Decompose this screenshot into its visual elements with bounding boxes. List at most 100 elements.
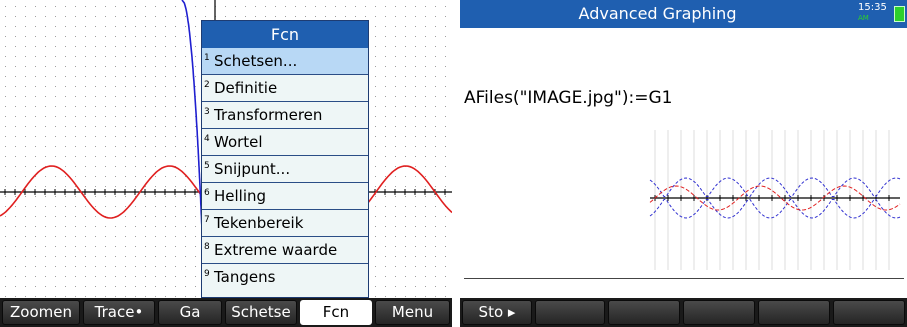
grid-dot (405, 296, 406, 297)
grid-dot (385, 86, 386, 87)
menu-item-wortel[interactable]: 4 Wortel (202, 129, 368, 156)
grid-dot (35, 286, 36, 287)
grid-dot (175, 276, 176, 277)
menu-item-number: 6 (204, 188, 210, 198)
grid-dot (55, 6, 56, 7)
grid-dot (25, 236, 26, 237)
grid-dot (75, 6, 76, 7)
grid-dot (15, 156, 16, 157)
grid-dot (85, 26, 86, 27)
menu-item-tekenbereik[interactable]: 7 Tekenbereik (202, 210, 368, 237)
trace-softkey[interactable]: Trace• (83, 300, 155, 325)
command-history-entry[interactable]: AFiles("IMAGE.jpg"):=G1 (464, 88, 672, 108)
grid-dot (115, 46, 116, 47)
grid-dot (5, 56, 6, 57)
grid-dot (435, 106, 436, 107)
grid-dot (175, 66, 176, 67)
grid-dot (425, 106, 426, 107)
grid-dot (105, 266, 106, 267)
grid-dot (95, 166, 96, 167)
grid-dot (415, 46, 416, 47)
grid-dot (425, 296, 426, 297)
grid-dot (445, 246, 446, 247)
sto-softkey[interactable]: Sto ▸ (462, 300, 532, 325)
grid-dot (145, 206, 146, 207)
goto-softkey[interactable]: Ga (158, 300, 222, 325)
grid-dot (85, 56, 86, 57)
grid-dot (135, 136, 136, 137)
grid-dot (25, 116, 26, 117)
zoom-softkey[interactable]: Zoomen (2, 300, 80, 325)
grid-dot (105, 36, 106, 37)
grid-dot (375, 86, 376, 87)
grid-dot (415, 156, 416, 157)
sketch-softkey[interactable]: Schetse (225, 300, 297, 325)
grid-dot (105, 56, 106, 57)
grid-dot (415, 246, 416, 247)
softkey-5[interactable] (758, 300, 830, 325)
grid-dot (65, 276, 66, 277)
grid-dot (425, 56, 426, 57)
menu-item-transformeren[interactable]: 3 Transformeren (202, 102, 368, 129)
grid-dot (115, 266, 116, 267)
grid-dot (425, 206, 426, 207)
grid-dot (445, 126, 446, 127)
grid-dot (175, 76, 176, 77)
grid-dot (425, 146, 426, 147)
menu-item-definitie[interactable]: 2 Definitie (202, 75, 368, 102)
menu-item-snijpunt[interactable]: 5 Snijpunt... (202, 156, 368, 183)
grid-dot (175, 196, 176, 197)
fcn-softkey[interactable]: Fcn (300, 300, 372, 325)
grid-dot (55, 146, 56, 147)
grid-dot (445, 286, 446, 287)
grid-dot (85, 16, 86, 17)
grid-dot (175, 176, 176, 177)
grid-dot (125, 266, 126, 267)
grid-dot (445, 116, 446, 117)
grid-dot (145, 136, 146, 137)
grid-dot (275, 6, 276, 7)
grid-dot (135, 276, 136, 277)
grid-dot (25, 146, 26, 147)
menu-item-extreme-waarde[interactable]: 8 Extreme waarde (202, 237, 368, 264)
softkey-6[interactable] (833, 300, 905, 325)
grid-dot (65, 16, 66, 17)
grid-dot (75, 256, 76, 257)
softkey-4[interactable] (683, 300, 755, 325)
grid-dot (145, 216, 146, 217)
menu-softkey[interactable]: Menu (375, 300, 450, 325)
grid-dot (415, 76, 416, 77)
grid-dot (395, 36, 396, 37)
softkey-2[interactable] (535, 300, 605, 325)
grid-dot (75, 196, 76, 197)
grid-dot (435, 196, 436, 197)
softkey-3[interactable] (608, 300, 680, 325)
grid-dot (445, 36, 446, 37)
grid-dot (165, 76, 166, 77)
grid-dot (65, 246, 66, 247)
grid-dot (135, 56, 136, 57)
grid-dot (65, 6, 66, 7)
grid-dot (435, 66, 436, 67)
grid-dot (165, 296, 166, 297)
grid-dot (185, 56, 186, 57)
grid-dot (435, 256, 436, 257)
grid-dot (185, 236, 186, 237)
grid-dot (155, 266, 156, 267)
grid-dot (45, 146, 46, 147)
grid-dot (45, 276, 46, 277)
grid-dot (385, 6, 386, 7)
grid-dot (185, 276, 186, 277)
clock: 15:35 (858, 2, 887, 13)
grid-dot (55, 246, 56, 247)
grid-dot (425, 76, 426, 77)
grid-dot (55, 16, 56, 17)
grid-dot (305, 16, 306, 17)
grid-dot (5, 166, 6, 167)
grid-dot (5, 256, 6, 257)
menu-item-helling[interactable]: 6 Helling (202, 183, 368, 210)
menu-item-tangens[interactable]: 9 Tangens (202, 264, 368, 291)
grid-dot (95, 206, 96, 207)
menu-item-schetsen[interactable]: 1 Schetsen... (202, 48, 368, 75)
grid-dot (115, 186, 116, 187)
